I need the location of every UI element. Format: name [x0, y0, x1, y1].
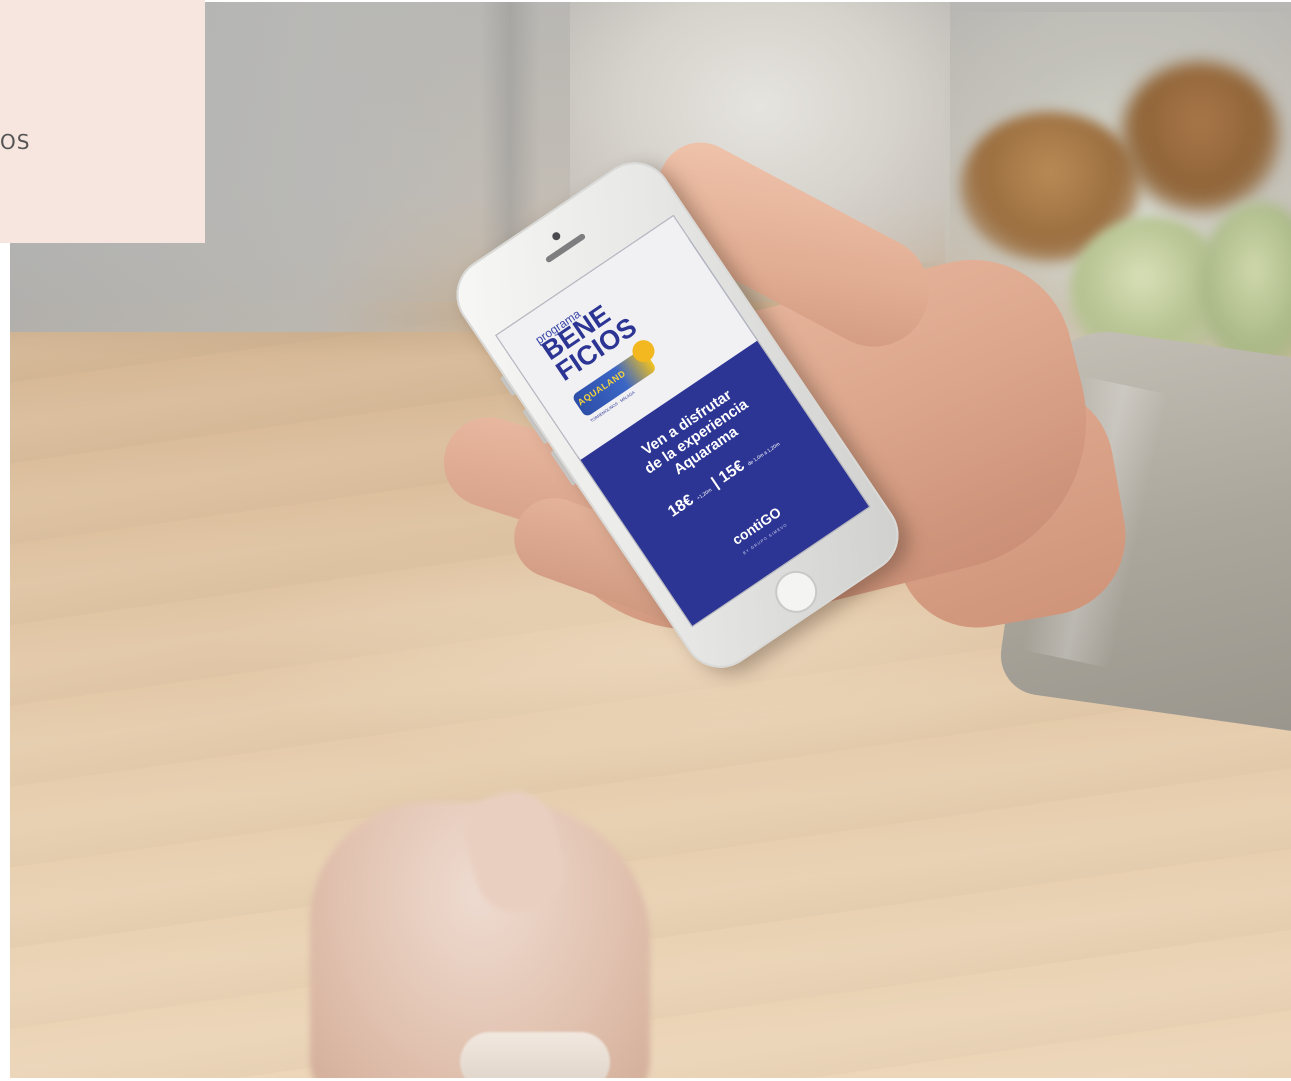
overlay-panel: OS	[0, 0, 205, 243]
price-child-note: de 1,0m a 1,20m	[746, 441, 782, 468]
price-adult: 18€	[665, 491, 697, 521]
page: programa BENE FICIOS AQUALAND TORREMOLIN…	[0, 0, 1291, 1081]
wristwatch	[460, 1032, 610, 1078]
overlay-panel-text: OS	[0, 130, 31, 154]
bread-loaf-2	[1120, 62, 1280, 212]
price-adult-note: +1,20m	[695, 487, 714, 502]
